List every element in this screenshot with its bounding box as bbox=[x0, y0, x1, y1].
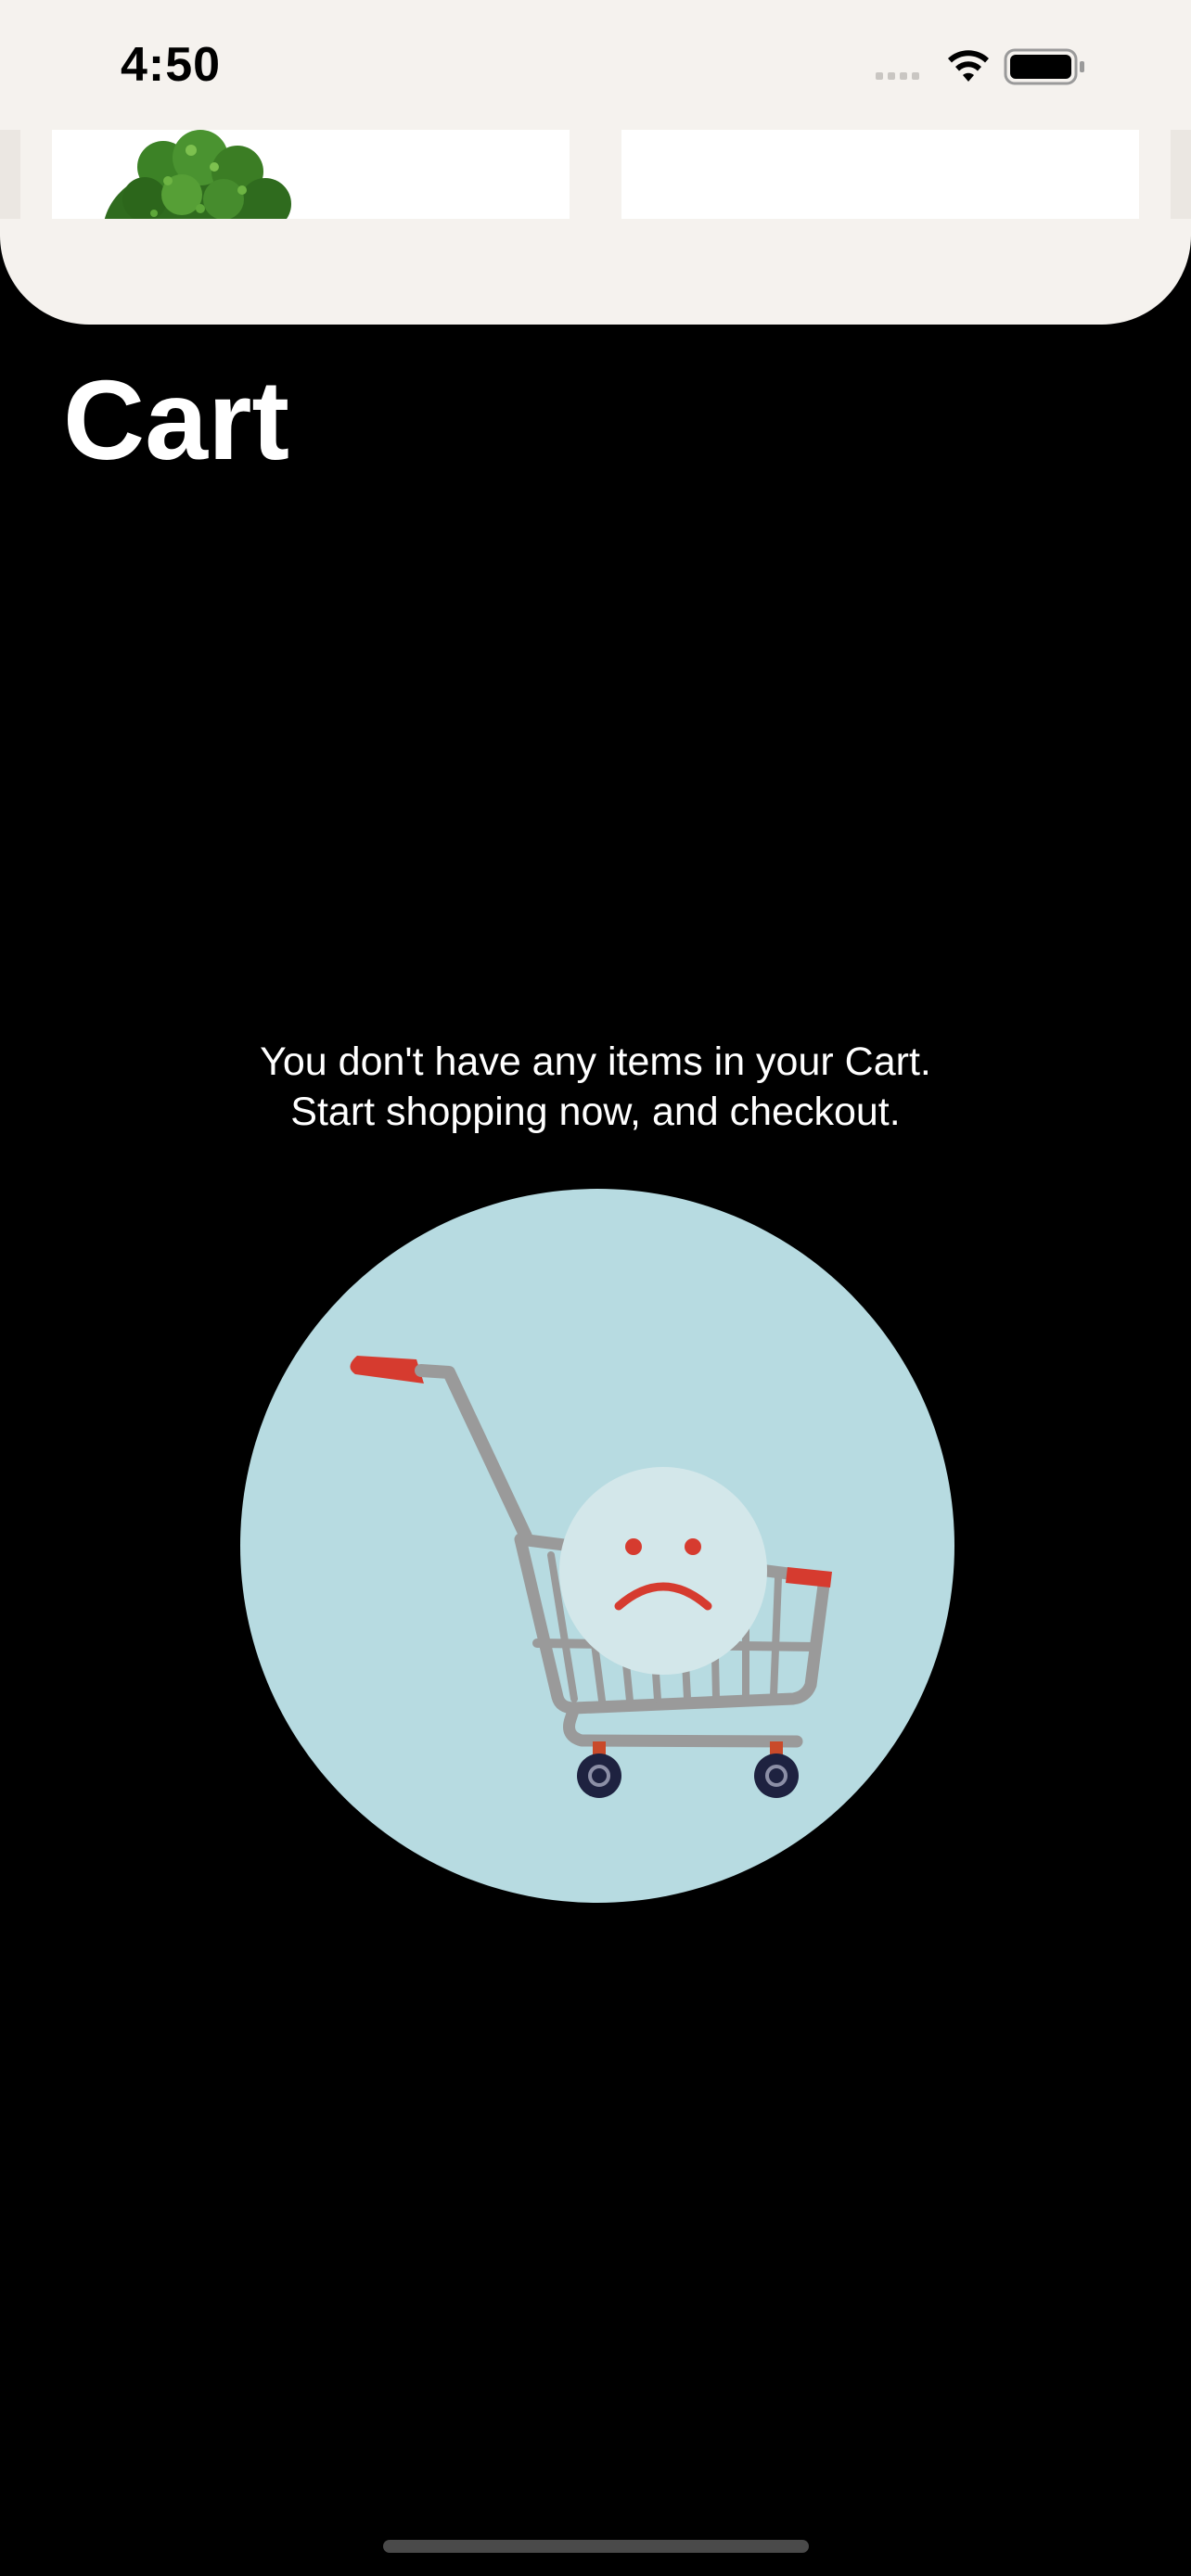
product-card-edge bbox=[0, 130, 20, 219]
product-card-edge bbox=[1171, 130, 1191, 219]
empty-cart-message: You don't have any items in your Cart. S… bbox=[0, 1037, 1191, 1137]
product-card[interactable] bbox=[621, 130, 1139, 219]
empty-cart-message-line-1: You don't have any items in your Cart. bbox=[260, 1039, 931, 1084]
broccoli-image bbox=[104, 130, 291, 219]
status-icons bbox=[876, 48, 1084, 85]
top-sheet: 4:50 bbox=[0, 0, 1191, 325]
page-title: Cart bbox=[63, 357, 290, 483]
status-bar: 4:50 bbox=[0, 0, 1191, 130]
empty-cart-message-line-2: Start shopping now, and checkout. bbox=[290, 1090, 901, 1134]
product-card[interactable] bbox=[52, 130, 570, 219]
home-indicator[interactable] bbox=[383, 2540, 809, 2553]
sad-shopping-cart-illustration bbox=[240, 1189, 954, 1903]
status-time: 4:50 bbox=[121, 38, 222, 92]
battery-icon bbox=[1004, 48, 1084, 85]
wifi-icon bbox=[948, 50, 989, 82]
product-strip[interactable] bbox=[0, 130, 1191, 219]
cellular-signal-icon bbox=[876, 72, 919, 80]
sad-face-icon bbox=[559, 1467, 767, 1675]
